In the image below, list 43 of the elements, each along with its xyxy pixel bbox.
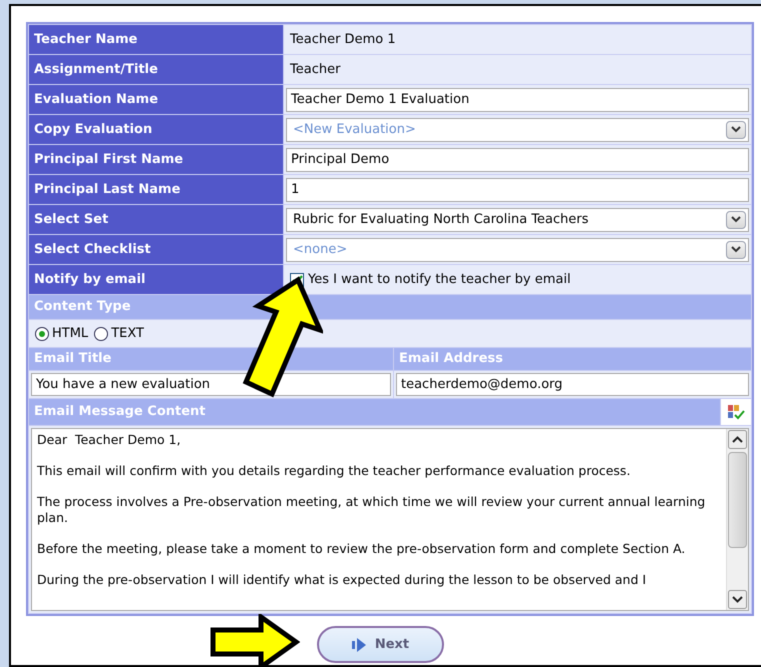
message-textarea[interactable] (31, 428, 749, 611)
message-paragraph: This email will confirm with you details regarding the teacher performance evaluation process. (37, 463, 632, 479)
chevron-down-icon (731, 126, 741, 133)
chevron-down-icon (731, 216, 741, 223)
field-label: Select Checklist (34, 240, 151, 259)
field-label: Principal First Name (34, 150, 184, 169)
field-label: Notify by email (34, 270, 146, 289)
dropdown-button[interactable] (726, 120, 746, 138)
message-paragraph: Dear Teacher Demo 1, (37, 432, 182, 448)
spellcheck-icon[interactable] (727, 404, 745, 420)
next-button[interactable]: Next (316, 626, 444, 663)
scroll-down-icon[interactable] (728, 590, 747, 609)
scrollbar[interactable] (726, 429, 748, 610)
input-field[interactable]: Principal Demo (286, 148, 749, 172)
scroll-thumb[interactable] (728, 452, 747, 548)
section-header: Email Message Content (34, 403, 206, 422)
column-header: Email Title (34, 350, 112, 368)
input-field[interactable]: You have a new evaluation (31, 373, 391, 396)
scroll-up-icon[interactable] (728, 430, 747, 449)
input-field[interactable]: Teacher Demo 1 Evaluation (286, 88, 749, 112)
message-paragraph: The process involves a Pre-observation meeting, at which time we will review your current annual learning plan. (37, 494, 706, 526)
radio-option[interactable]: TEXT (94, 324, 144, 344)
chevron-down-icon (731, 246, 741, 253)
input-field[interactable]: teacherdemo@demo.org (396, 373, 749, 396)
message-paragraph: During the pre-observation I will identify what is expected during the lesson to be observed and I (37, 572, 648, 588)
field-value: Teacher Demo 1 (290, 30, 396, 49)
field-value: Teacher (290, 60, 340, 79)
checkbox-label: Yes I want to notify the teacher by email (308, 270, 571, 289)
message-paragraph: Before the meeting, please take a moment to review the pre-observation form and complete Section A. (37, 541, 686, 557)
field-label: Teacher Name (34, 30, 138, 49)
field-label: Copy Evaluation (34, 120, 152, 139)
field-label: Select Set (34, 210, 108, 229)
dropdown-button[interactable] (726, 210, 746, 228)
section-header: Content Type (34, 298, 131, 316)
field-label: Principal Last Name (34, 180, 180, 199)
input-field[interactable]: 1 (286, 178, 749, 202)
dropdown-button[interactable] (726, 240, 746, 258)
radio-option[interactable]: HTML (35, 324, 88, 344)
play-icon (350, 636, 367, 652)
column-header: Email Address (399, 350, 504, 368)
field-label: Evaluation Name (34, 90, 158, 109)
field-label: Assignment/Title (34, 60, 158, 79)
select-field[interactable]: Rubric for Evaluating North Carolina Teachers (286, 208, 749, 232)
